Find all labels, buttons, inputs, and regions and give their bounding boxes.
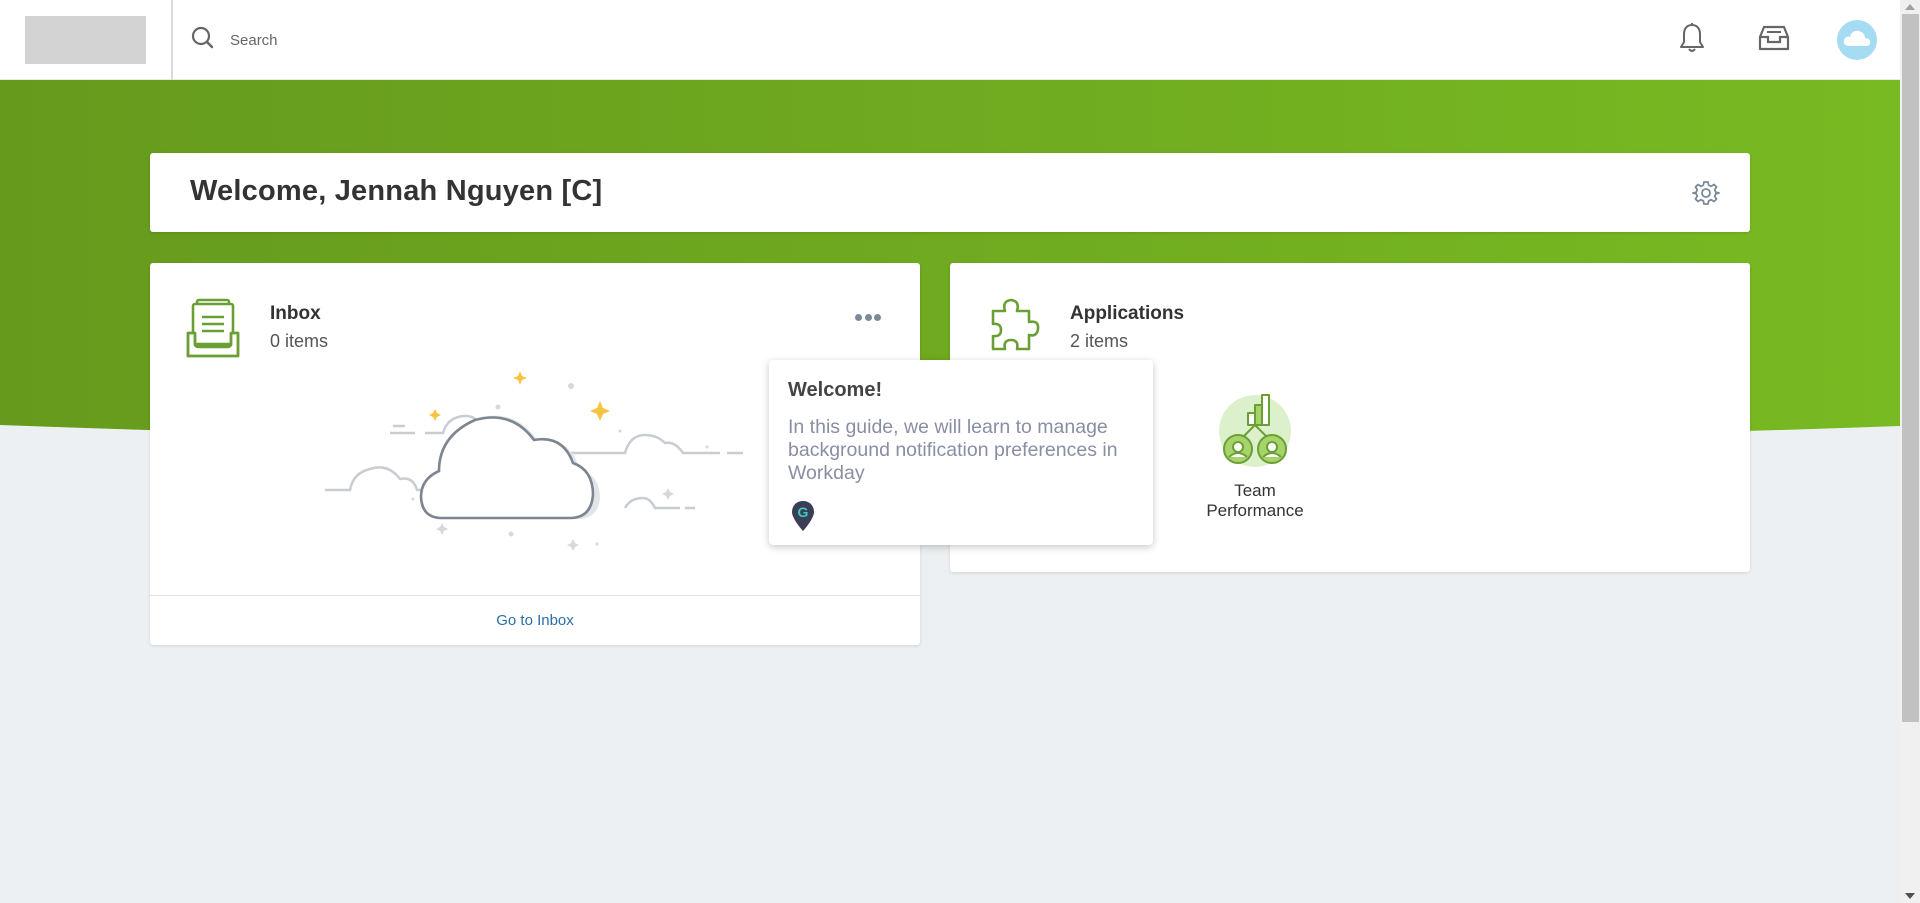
empty-cloud-illustration	[325, 371, 743, 551]
go-to-inbox-link[interactable]: Go to Inbox	[496, 612, 574, 629]
caret-down-icon	[1905, 893, 1915, 899]
guide-pin-icon[interactable]: G	[791, 500, 815, 532]
guide-tooltip: Welcome! In this guide, we will learn to…	[769, 360, 1153, 545]
user-avatar[interactable]	[1837, 20, 1877, 60]
applications-card-icon	[985, 295, 1045, 355]
topbar-divider	[171, 0, 173, 80]
team-performance-icon	[1180, 391, 1330, 471]
app-tile-label-line1: Team	[1234, 481, 1276, 500]
tooltip-title: Welcome!	[788, 379, 883, 401]
tooltip-body: In this guide, we will learn to manage b…	[788, 416, 1118, 484]
notifications-button[interactable]	[1670, 18, 1714, 62]
scroll-down-button[interactable]	[1900, 889, 1920, 903]
applications-count: 2 items	[1070, 331, 1129, 351]
app-tile-team-performance[interactable]: Team Performance	[1180, 391, 1330, 541]
scrollbar-thumb[interactable]	[1902, 14, 1919, 722]
dot-icon	[855, 313, 862, 321]
top-bar	[0, 0, 1900, 80]
cloud-avatar-icon	[1842, 28, 1872, 53]
bell-icon	[1678, 22, 1706, 59]
inbox-count: 0 items	[270, 331, 329, 351]
more-options-button[interactable]	[850, 305, 886, 329]
page-title: Welcome, Jennah Nguyen [C]	[190, 175, 603, 207]
scroll-up-button[interactable]	[1900, 0, 1920, 14]
vertical-scrollbar[interactable]	[1900, 0, 1920, 903]
search-bar[interactable]	[190, 24, 790, 56]
company-logo[interactable]	[25, 16, 146, 64]
inbox-footer: Go to Inbox	[150, 595, 920, 645]
dot-icon	[874, 313, 881, 321]
welcome-card: Welcome, Jennah Nguyen [C]	[150, 153, 1750, 232]
search-icon	[190, 25, 216, 56]
applications-title[interactable]: Applications	[1070, 303, 1184, 325]
caret-up-icon	[1905, 4, 1915, 10]
search-input[interactable]	[230, 31, 730, 49]
gear-icon	[1692, 181, 1720, 211]
settings-button[interactable]	[1692, 179, 1720, 207]
inbox-card-icon	[185, 295, 245, 358]
guide-pin-letter: G	[798, 504, 809, 520]
app-tile-label-line2: Performance	[1206, 501, 1304, 520]
inbox-tray-icon	[1758, 24, 1790, 57]
inbox-title[interactable]: Inbox	[270, 303, 321, 325]
dot-icon	[864, 313, 872, 321]
inbox-button[interactable]	[1752, 18, 1796, 62]
